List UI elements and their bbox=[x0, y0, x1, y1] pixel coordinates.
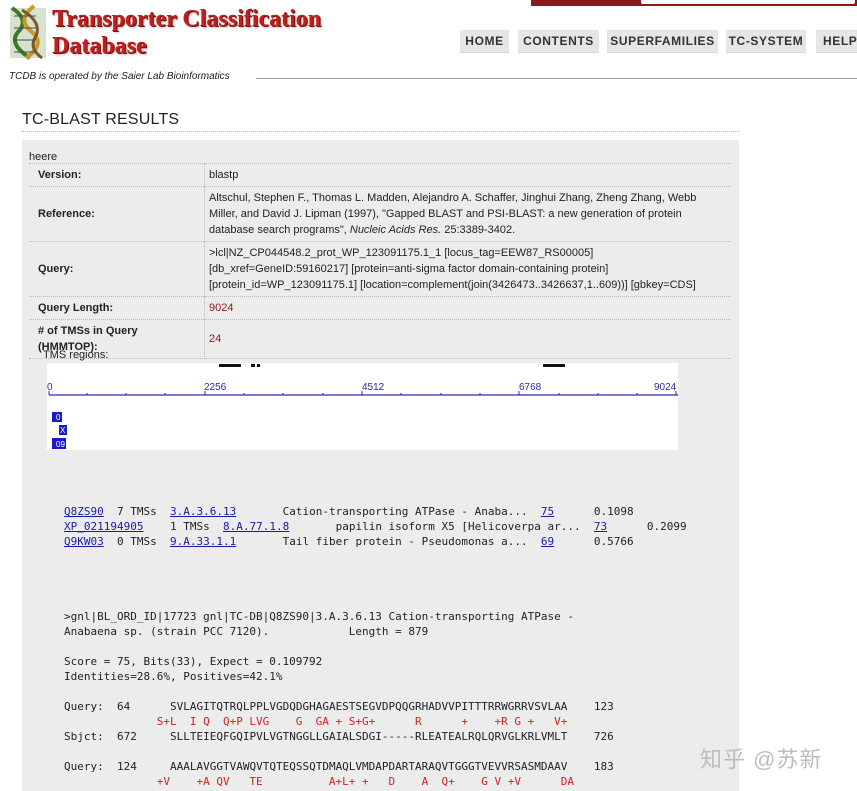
hit-bar-label: X bbox=[60, 426, 66, 435]
hit-tc-link[interactable]: 3.A.3.6.13 bbox=[170, 505, 236, 518]
tms-track-svg: 0 2256 4512 6768 9024 0 X 09 bbox=[47, 364, 678, 449]
page-title: TC-BLAST RESULTS bbox=[22, 111, 180, 128]
hit-accession-link[interactable]: Q8ZS90 bbox=[64, 505, 104, 518]
query-end: 183 bbox=[593, 760, 614, 773]
hit-evalue: 0.2099 bbox=[646, 520, 687, 533]
tms-regions-graphic: 0 2256 4512 6768 9024 0 X 09 bbox=[47, 363, 678, 450]
hit-tms: 7 TMSs bbox=[117, 505, 157, 518]
subject-end: 726 bbox=[593, 730, 614, 743]
info-row-version: Version: blastp bbox=[29, 163, 731, 187]
query-length-label: Query Length: bbox=[29, 296, 205, 320]
reference-volume: 25:3389-3402. bbox=[444, 224, 516, 236]
nav-tc-system[interactable]: TC-SYSTEM bbox=[726, 30, 806, 53]
reference-value: Altschul, Stephen F., Thomas L. Madden, … bbox=[204, 186, 731, 242]
tms-mark bbox=[251, 364, 255, 367]
hit-accession-link[interactable]: XP_021194905 bbox=[64, 520, 143, 533]
axis-tick-label: 6768 bbox=[519, 382, 542, 393]
hit-evalue: 0.1098 bbox=[593, 505, 634, 518]
nav-help[interactable]: HELP bbox=[816, 30, 857, 53]
hit-row: XP_021194905 1 TMSs 8.A.77.1.8 papilin i… bbox=[64, 519, 687, 534]
site-title: Transporter Classification Database bbox=[52, 6, 321, 60]
query-sequence: SVLAGITQTRQLPPLVGDQDGHAGAESTSEGVDPQQGRHA… bbox=[170, 700, 568, 713]
nav-superfamilies[interactable]: SUPERFAMILIES bbox=[607, 30, 718, 53]
query-end: 123 bbox=[593, 700, 614, 713]
hit-bars: 0 X 09 bbox=[52, 412, 67, 449]
alignment-header-1: >gnl|BL_ORD_ID|17723 gnl|TC-DB|Q8ZS90|3.… bbox=[64, 610, 574, 623]
hit-score-link[interactable]: 73 bbox=[594, 520, 607, 533]
search-box[interactable] bbox=[640, 0, 856, 5]
alignment-header-2: Anabaena sp. (strain PCC 7120). Length =… bbox=[64, 625, 429, 638]
query-sequence: AAALAVGGTVAWQVTQTEQSSQTDMAQLVMDAPDARTARA… bbox=[170, 760, 568, 773]
query-label: Query: bbox=[29, 241, 205, 297]
subject-sequence: SLLTEIEQFGQIPVLVGTNGGLLGAIALSDGI-----RLE… bbox=[170, 730, 568, 743]
subject-line: Sbjct: 672 SLLTEIEQFGQIPVLVGTNGGLLGAIALS… bbox=[64, 729, 614, 744]
subject-start: 672 bbox=[117, 730, 137, 743]
tms-marks bbox=[219, 364, 565, 367]
query-length-value: 9024 bbox=[204, 296, 731, 320]
match-symbols: +V +A QV TE A+L+ + D A Q+ G V +V DA bbox=[156, 775, 574, 788]
reference-label: Reference: bbox=[29, 186, 205, 242]
operated-by-text: TCDB is operated by the Saier Lab Bioinf… bbox=[9, 71, 230, 82]
query-start: 124 bbox=[117, 760, 137, 773]
site-title-line1: Transporter Classification bbox=[52, 6, 322, 32]
title-divider bbox=[22, 131, 740, 132]
query-line-label: Query: bbox=[64, 700, 104, 713]
axis-tick-label: 4512 bbox=[362, 382, 385, 393]
site-logo[interactable]: Transporter Classification Database bbox=[6, 2, 346, 64]
query-line: Query: 124 AAALAVGGTVAWQVTQTEQSSQTDMAQLV… bbox=[64, 759, 614, 774]
hit-tc-link[interactable]: 8.A.77.1.8 bbox=[223, 520, 289, 533]
hit-score-link[interactable]: 69 bbox=[541, 535, 554, 548]
hit-evalue: 0.5766 bbox=[593, 535, 634, 548]
hit-description: papilin isoform X5 [Helicoverpa ar... bbox=[335, 520, 581, 533]
query-info-table: Version: blastp Reference: Altschul, Ste… bbox=[29, 163, 731, 359]
info-row-reference: Reference: Altschul, Stephen F., Thomas … bbox=[29, 186, 731, 242]
query-name: heere bbox=[29, 151, 58, 163]
tms-mark bbox=[219, 364, 241, 367]
nav-home[interactable]: HOME bbox=[460, 30, 509, 53]
match-symbols: S+L I Q Q+P LVG G GA + S+G+ R + +R G + V… bbox=[156, 715, 568, 728]
subject-line-label: Sbjct: bbox=[64, 730, 104, 743]
version-label: Version: bbox=[29, 163, 205, 187]
match-line: S+L I Q Q+P LVG G GA + S+G+ R + +R G + V… bbox=[64, 714, 614, 729]
alignment-identities: Identities=28.6%, Positives=42.1% bbox=[64, 670, 283, 683]
hit-bar-label: 09 bbox=[56, 440, 65, 449]
tms-mark bbox=[543, 364, 565, 367]
hit-tms: 0 TMSs bbox=[117, 535, 157, 548]
hit-tc-link[interactable]: 9.A.33.1.1 bbox=[170, 535, 236, 548]
query-start: 64 bbox=[117, 700, 131, 713]
tms-count-value: 24 bbox=[204, 319, 731, 359]
axis-tick-label: 0 bbox=[47, 382, 53, 393]
watermark-text: 知乎 @苏新 bbox=[700, 747, 823, 772]
axis-tick-label: 2256 bbox=[204, 382, 227, 393]
helix-logo-icon bbox=[10, 4, 46, 60]
info-row-tms: # of TMSs in Query (HMMTOP): 24 bbox=[29, 319, 731, 359]
alignment-section: >gnl|BL_ORD_ID|17723 gnl|TC-DB|Q8ZS90|3.… bbox=[64, 609, 614, 789]
info-row-length: Query Length: 9024 bbox=[29, 296, 731, 320]
axis-tick-label: 9024 bbox=[654, 382, 677, 393]
hit-bar-label: 0 bbox=[56, 413, 61, 422]
hit-description: Cation-transporting ATPase - Anaba... bbox=[282, 505, 528, 518]
tms-regions-label: TMS regions: bbox=[43, 349, 109, 361]
query-line: Query: 64 SVLAGITQTRQLPPLVGDQDGHAGAESTSE… bbox=[64, 699, 614, 714]
hit-accession-link[interactable]: Q9KW03 bbox=[64, 535, 104, 548]
tms-mark bbox=[257, 364, 260, 367]
reference-journal: Nucleic Acids Res. bbox=[349, 224, 442, 236]
info-row-query: Query: >lcl|NZ_CP044548.2_prot_WP_123091… bbox=[29, 241, 731, 297]
alignment-score: Score = 75, Bits(33), Expect = 0.109792 bbox=[64, 655, 323, 668]
hit-row: Q8ZS90 7 TMSs 3.A.3.6.13 Cation-transpor… bbox=[64, 504, 687, 519]
hit-description: Tail fiber protein - Pseudomonas a... bbox=[282, 535, 528, 548]
hit-tms: 1 TMSs bbox=[169, 520, 210, 533]
hit-list: Q8ZS90 7 TMSs 3.A.3.6.13 Cation-transpor… bbox=[64, 504, 687, 549]
query-line-label: Query: bbox=[64, 760, 104, 773]
header-divider bbox=[256, 78, 857, 79]
hit-score-link[interactable]: 75 bbox=[541, 505, 554, 518]
hit-row: Q9KW03 0 TMSs 9.A.33.1.1 Tail fiber prot… bbox=[64, 534, 687, 549]
nav-contents[interactable]: CONTENTS bbox=[518, 30, 599, 53]
query-value: >lcl|NZ_CP044548.2_prot_WP_123091175.1_1… bbox=[204, 241, 731, 297]
match-line: +V +A QV TE A+L+ + D A Q+ G V +V DA bbox=[64, 774, 614, 789]
site-title-line2: Database bbox=[52, 33, 147, 59]
version-value: blastp bbox=[204, 163, 731, 187]
